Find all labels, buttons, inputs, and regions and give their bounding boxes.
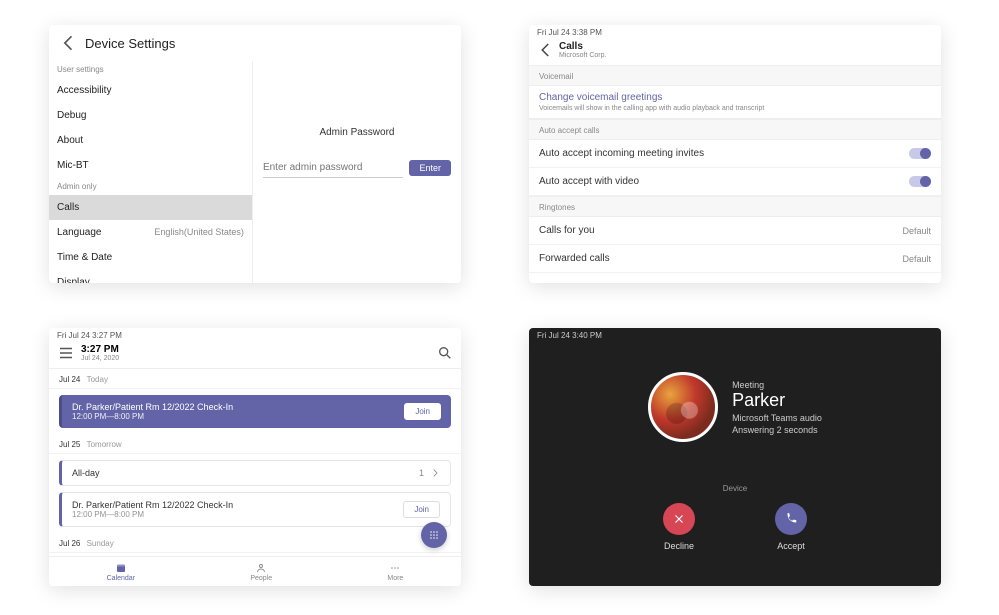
day2-dow: Tomorrow — [87, 440, 122, 449]
admin-password-input[interactable] — [263, 158, 404, 178]
settings-detail: Admin Password Enter — [253, 61, 461, 283]
toggle-auto-accept-video[interactable] — [909, 176, 931, 187]
decline-button[interactable]: Decline — [663, 503, 695, 551]
tab-people-label: People — [250, 575, 272, 582]
forwarded-calls-label: Forwarded calls — [539, 253, 610, 264]
settings-list: User settings Accessibility Debug About … — [49, 61, 253, 283]
item-debug[interactable]: Debug — [49, 103, 252, 128]
decline-label: Decline — [664, 541, 694, 551]
group-user-settings: User settings — [49, 61, 252, 78]
device-settings-panel: Device Settings User settings Accessibil… — [49, 25, 461, 283]
event2-title: Dr. Parker/Patient Rm 12/2022 Check-In — [72, 500, 233, 510]
status-bar: Fri Jul 24 3:40 PM — [529, 328, 941, 340]
enter-button[interactable]: Enter — [409, 160, 451, 176]
calls-settings-panel: Fri Jul 24 3:38 PM Calls Microsoft Corp.… — [529, 25, 941, 283]
accept-label: Accept — [777, 541, 805, 551]
row-auto-accept-video: Auto accept with video — [529, 168, 941, 196]
item-language[interactable]: Language English(United States) — [49, 220, 252, 245]
dialpad-fab[interactable] — [421, 522, 447, 548]
header-time: 3:27 PM — [81, 344, 119, 355]
tab-more-label: More — [387, 575, 403, 582]
people-icon — [255, 562, 267, 574]
meeting-label: Meeting — [732, 380, 822, 390]
admin-password-title: Admin Password — [263, 127, 451, 138]
calls-for-you-value: Default — [902, 226, 931, 236]
day-label-sunday: Jul 26 Sunday — [49, 533, 461, 553]
event-today[interactable]: Dr. Parker/Patient Rm 12/2022 Check-In 1… — [59, 395, 451, 428]
incoming-call-panel: Fri Jul 24 3:40 PM Meeting Parker Micros… — [529, 328, 941, 586]
header-date: Jul 24, 2020 — [81, 355, 119, 362]
answering-status: Answering 2 seconds — [732, 425, 822, 435]
more-icon — [389, 562, 401, 574]
day1-date: Jul 24 — [59, 375, 80, 384]
day3-date: Jul 26 — [59, 539, 80, 548]
calls-header: Calls Microsoft Corp. — [529, 37, 941, 65]
section-auto-accept: Auto accept calls — [529, 119, 941, 140]
auto-accept-incoming-label: Auto accept incoming meeting invites — [539, 148, 704, 159]
change-voicemail-link[interactable]: Change voicemail greetings — [529, 86, 941, 105]
chevron-right-icon — [430, 468, 440, 478]
auto-accept-video-label: Auto accept with video — [539, 176, 639, 187]
tab-more[interactable]: More — [387, 562, 403, 582]
dialpad-icon — [428, 529, 440, 541]
day2-date: Jul 25 — [59, 440, 80, 449]
back-icon[interactable] — [537, 41, 555, 59]
calls-title: Calls — [559, 41, 606, 52]
day3-dow: Sunday — [87, 539, 114, 548]
allday-label: All-day — [72, 468, 100, 478]
join-button[interactable]: Join — [404, 403, 441, 420]
item-language-label: Language — [57, 227, 102, 238]
event-allday[interactable]: All-day 1 — [59, 460, 451, 486]
forwarded-calls-value: Default — [902, 254, 931, 264]
status-bar: Fri Jul 24 3:38 PM — [529, 25, 941, 37]
item-calls[interactable]: Calls — [49, 195, 252, 220]
event1-time: 12:00 PM—8:00 PM — [72, 412, 233, 421]
item-accessibility[interactable]: Accessibility — [49, 78, 252, 103]
calls-for-you-label: Calls for you — [539, 225, 595, 236]
event1-title: Dr. Parker/Patient Rm 12/2022 Check-In — [72, 402, 233, 412]
settings-header: Device Settings — [49, 25, 461, 61]
tab-calendar-label: Calendar — [107, 575, 135, 582]
join-button[interactable]: Join — [403, 501, 440, 518]
phone-icon — [784, 512, 798, 526]
status-bar: Fri Jul 24 3:27 PM — [49, 328, 461, 340]
bottom-tabbar: Calendar People More — [49, 556, 461, 586]
search-icon[interactable] — [437, 345, 453, 361]
tab-people[interactable]: People — [250, 562, 272, 582]
calendar-panel: Fri Jul 24 3:27 PM 3:27 PM Jul 24, 2020 … — [49, 328, 461, 586]
calendar-icon — [115, 562, 127, 574]
settings-title: Device Settings — [85, 36, 175, 51]
section-ringtones: Ringtones — [529, 196, 941, 217]
audio-type: Microsoft Teams audio — [732, 413, 822, 423]
back-icon[interactable] — [59, 33, 79, 53]
row-calls-for-you[interactable]: Calls for you Default — [529, 217, 941, 245]
event-tomorrow[interactable]: Dr. Parker/Patient Rm 12/2022 Check-In 1… — [59, 492, 451, 527]
caller-avatar — [648, 372, 718, 442]
item-about[interactable]: About — [49, 128, 252, 153]
close-icon — [672, 512, 686, 526]
row-auto-accept-incoming: Auto accept incoming meeting invites — [529, 140, 941, 168]
menu-icon[interactable] — [57, 344, 75, 362]
accept-button[interactable]: Accept — [775, 503, 807, 551]
item-display[interactable]: Display — [49, 270, 252, 283]
allday-count: 1 — [419, 468, 424, 478]
tab-calendar[interactable]: Calendar — [107, 562, 135, 582]
language-value: English(United States) — [154, 227, 244, 238]
calls-subtitle: Microsoft Corp. — [559, 52, 606, 59]
toggle-auto-accept-incoming[interactable] — [909, 148, 931, 159]
day-label-today: Jul 24 Today — [49, 369, 461, 389]
day-label-tomorrow: Jul 25 Tomorrow — [49, 434, 461, 454]
calendar-header: 3:27 PM Jul 24, 2020 — [49, 340, 461, 369]
voicemail-note: Voicemails will show in the calling app … — [529, 105, 941, 119]
caller-name: Parker — [732, 390, 822, 411]
item-time-date[interactable]: Time & Date — [49, 245, 252, 270]
device-label: Device — [529, 484, 941, 493]
day1-dow: Today — [87, 375, 108, 384]
group-admin-only: Admin only — [49, 178, 252, 195]
event2-time: 12:00 PM—8:00 PM — [72, 510, 233, 519]
section-voicemail: Voicemail — [529, 65, 941, 86]
row-forwarded-calls[interactable]: Forwarded calls Default — [529, 245, 941, 273]
item-mic-bt[interactable]: Mic-BT — [49, 153, 252, 178]
